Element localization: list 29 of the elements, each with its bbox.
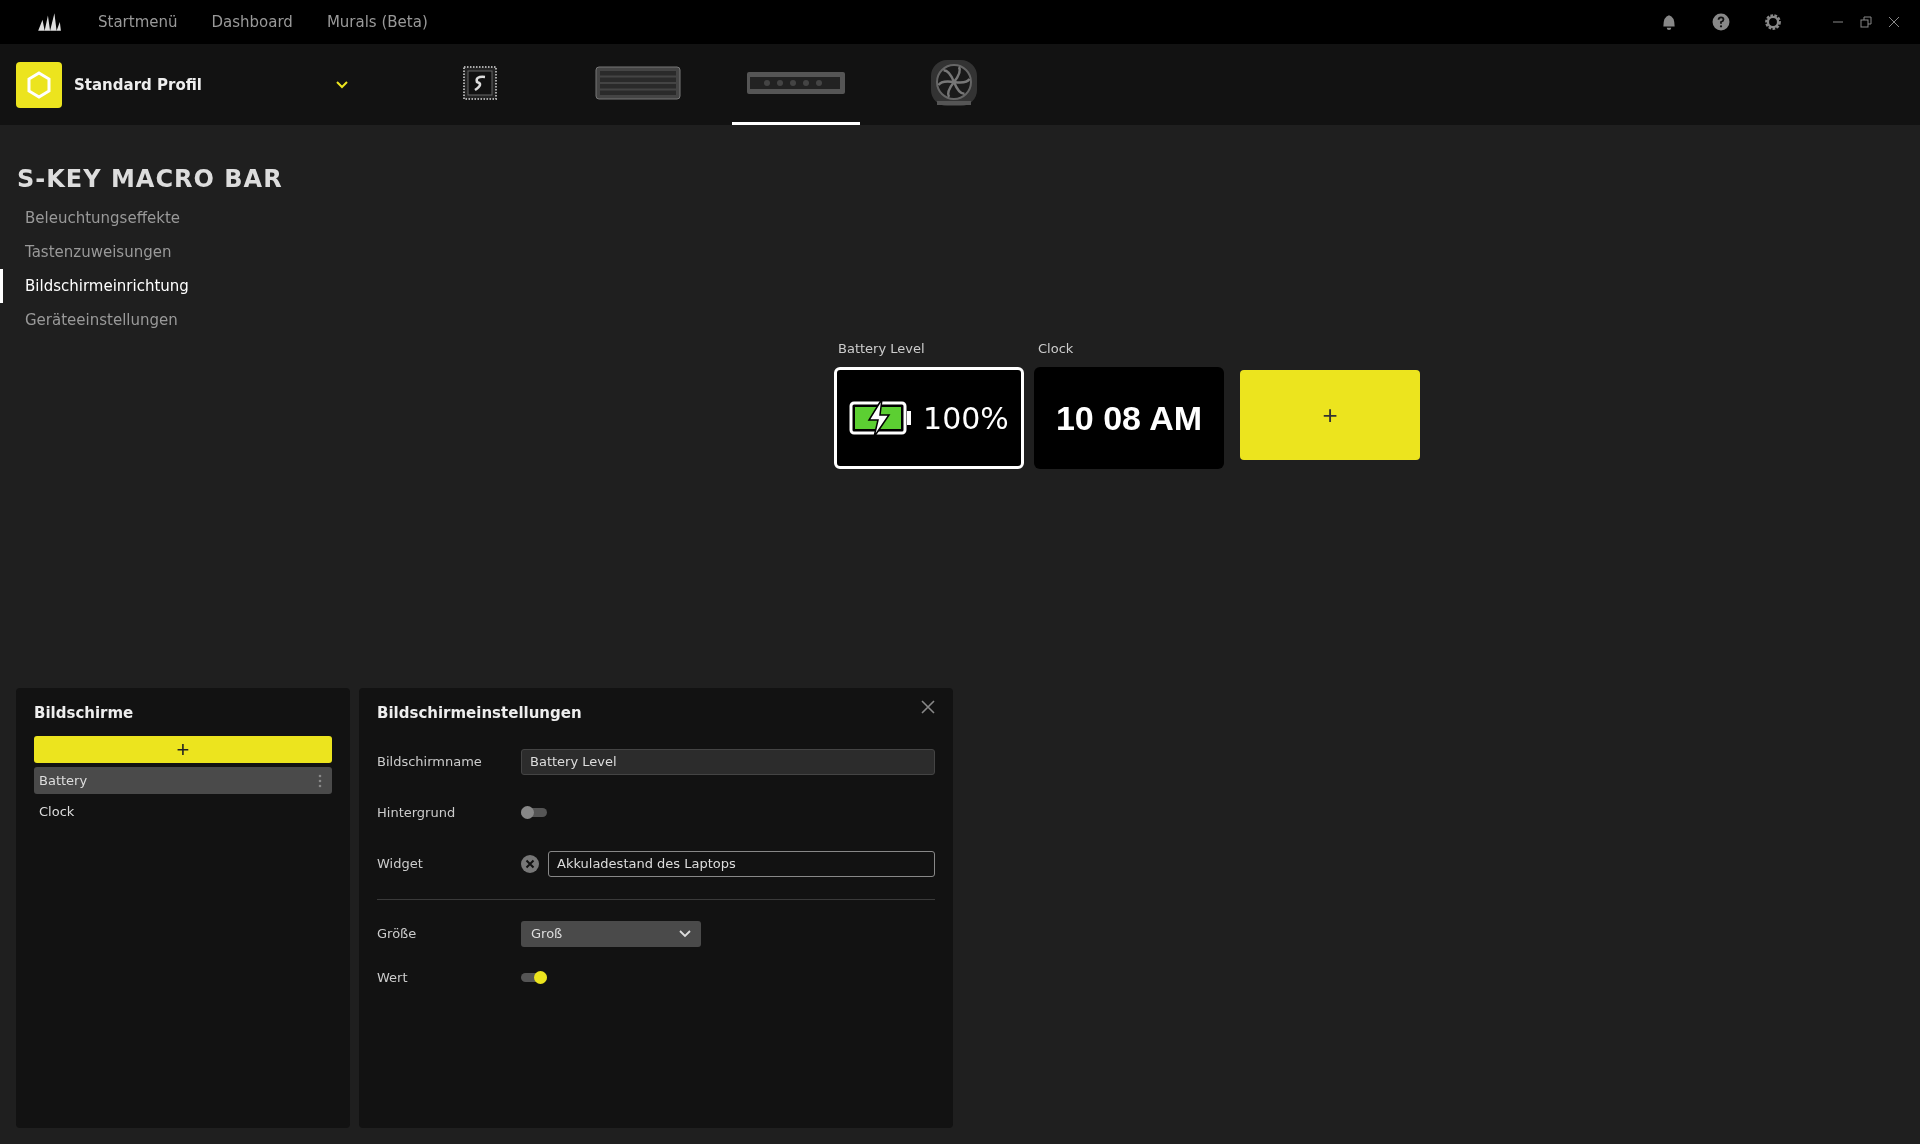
- panel-title: Bildschirmeinstellungen: [377, 704, 582, 722]
- add-button[interactable]: +: [34, 736, 332, 763]
- add-screen-button[interactable]: +: [1240, 370, 1420, 460]
- screen-label: Clock: [1037, 341, 1075, 357]
- panel-title: Bildschirme: [34, 704, 135, 722]
- profile-name[interactable]: Standard Profil: [74, 75, 336, 94]
- nav-link[interactable]: Startmenü: [86, 13, 190, 31]
- sidebar-item[interactable]: Tastenzuweisungen: [0, 235, 400, 269]
- battery-screen-tile[interactable]: 100%: [834, 367, 1024, 469]
- widget-field[interactable]: Akkuladestand des Laptops: [548, 850, 935, 877]
- screen-label: Battery Level: [837, 341, 926, 357]
- nav-link[interactable]: Murals (Beta): [314, 13, 440, 31]
- field-label: Bildschirmname: [377, 754, 483, 769]
- field-label: Wert: [377, 969, 409, 985]
- field-label: Widget: [377, 856, 424, 871]
- screen-list-item[interactable]: Clock: [34, 798, 332, 825]
- battery-percentage: 100%: [923, 400, 1009, 436]
- page-title: S-KEY MACRO BAR: [17, 165, 284, 193]
- nav-link[interactable]: Dashboard: [199, 13, 305, 31]
- screen-name-field[interactable]: Battery Level: [521, 748, 935, 775]
- sidebar-item[interactable]: Beleuchtungseffekte: [0, 201, 400, 235]
- clock-screen-tile[interactable]: 10 08 AM: [1034, 367, 1224, 469]
- clock-time: 10 08 AM: [1055, 398, 1203, 438]
- field-label: Größe: [377, 926, 418, 941]
- field-label: Hintergrund: [377, 805, 457, 820]
- sidebar-item[interactable]: Geräteeinstellungen: [0, 303, 400, 337]
- size-dropdown[interactable]: Groß: [521, 920, 701, 947]
- sidebar-item[interactable]: Bildschirmeinrichtung: [0, 269, 400, 303]
- screen-list-item[interactable]: Battery: [34, 767, 332, 794]
